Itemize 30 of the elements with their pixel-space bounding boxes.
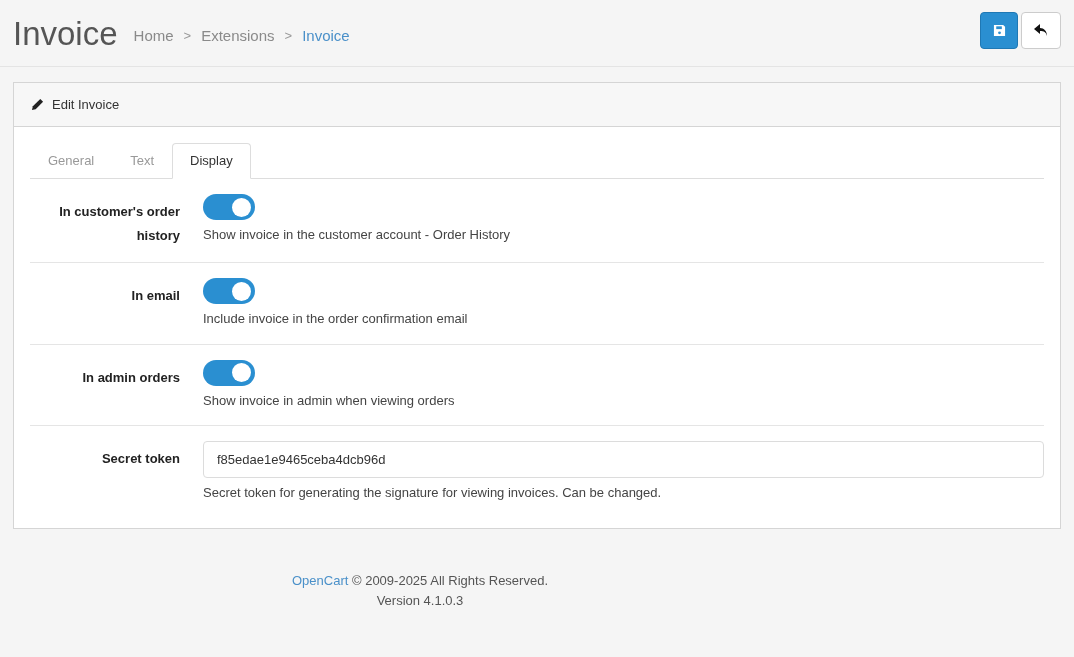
panel-title: Edit Invoice — [52, 95, 120, 114]
field-label: Secret token — [101, 451, 180, 466]
opencart-link[interactable]: OpenCart — [292, 572, 349, 588]
save-icon — [992, 23, 1006, 37]
help-text: Secret token for generating the signature for viewing invoices. Can be changed. — [203, 484, 662, 502]
tab[interactable]: Text — [112, 143, 173, 179]
field-label: In email — [131, 288, 180, 303]
breadcrumb-separator: > — [183, 27, 192, 46]
field-label: In admin orders — [82, 369, 180, 385]
save-button[interactable] — [980, 11, 1018, 49]
help-text: Show invoice in admin when viewing orders — [203, 391, 455, 410]
help-text: Include invoice in the order confirmation email — [203, 310, 468, 328]
help-text: Show invoice in the customer account - Order History — [203, 226, 511, 244]
breadcrumb-link[interactable]: Invoice — [302, 24, 350, 48]
input-field[interactable]: f85edae1e9465ceba4dcb96d — [203, 441, 1044, 478]
breadcrumb-link[interactable]: Extensions — [201, 24, 275, 48]
toggle-switch[interactable] — [203, 278, 255, 304]
toggle-switch[interactable] — [203, 194, 255, 220]
reply-arrow-icon — [1034, 24, 1048, 36]
copyright-text: OpenCart © 2009-2025 All Rights Reserved. — [291, 571, 549, 590]
back-button[interactable] — [1021, 11, 1061, 49]
pencil-icon — [31, 98, 44, 111]
breadcrumb-separator: > — [284, 27, 293, 46]
tab[interactable]: General — [30, 143, 113, 179]
page-title: Invoice — [13, 16, 118, 50]
field-label: In customer's order history — [59, 204, 180, 243]
breadcrumb-link[interactable]: Home — [133, 24, 174, 48]
tab[interactable]: Display — [172, 143, 251, 179]
version-text: Version 4.1.0.3 — [375, 591, 465, 610]
toggle-switch[interactable] — [203, 359, 255, 386]
